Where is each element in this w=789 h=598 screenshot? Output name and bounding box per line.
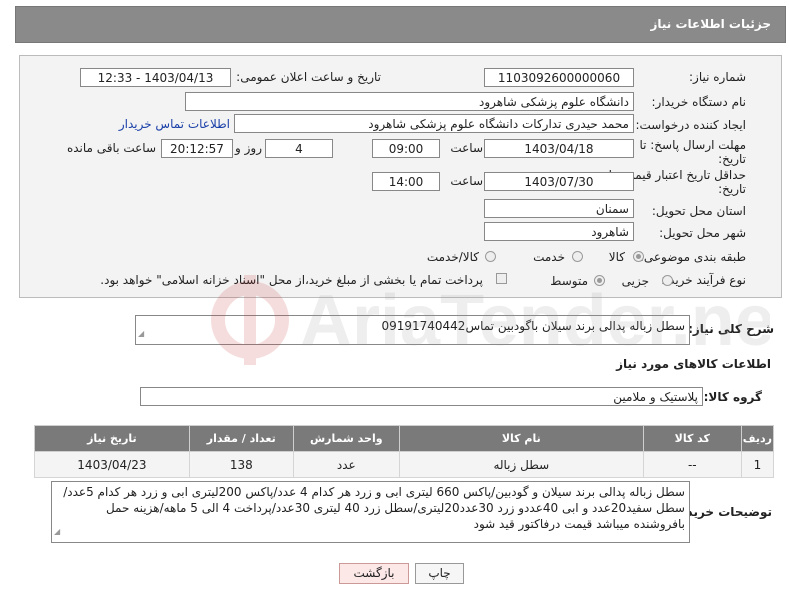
- request-creator-label: ایجاد کننده درخواست:: [635, 118, 746, 132]
- remaining-days-field: 4: [265, 139, 333, 158]
- description-label: شرح کلی نیاز:: [688, 322, 774, 336]
- delivery-province-label: استان محل تحویل:: [651, 204, 746, 218]
- back-button[interactable]: بازگشت: [339, 563, 409, 584]
- cell-item-code: --: [642, 451, 742, 478]
- col-unit: واحد شمارش: [292, 425, 400, 452]
- validity-time-label: ساعت: [450, 174, 483, 188]
- process-minor-label: جزیی: [621, 274, 649, 288]
- goods-info-title: اطلاعات کالاهای مورد نیاز: [616, 357, 771, 371]
- delivery-city-field: شاهرود: [484, 222, 634, 241]
- cell-need-date: 1403/04/23: [34, 451, 190, 478]
- process-medium-label: متوسط: [550, 274, 588, 288]
- col-row-number: ردیف: [740, 425, 775, 452]
- cell-item-name: سطل زباله: [398, 451, 644, 478]
- remaining-time-label: ساعت باقی مانده: [66, 141, 156, 155]
- validity-time-field: 14:00: [372, 172, 440, 191]
- page-header: جزئیات اطلاعات نیاز: [15, 6, 786, 43]
- announce-datetime-label: تاریخ و ساعت اعلان عمومی:: [236, 70, 381, 84]
- resize-grip-icon[interactable]: ◢: [138, 326, 144, 342]
- treasury-payment-note: پرداخت تمام یا بخشی از مبلغ خرید،از محل …: [100, 273, 483, 287]
- request-creator-field: محمد حیدری تدارکات دانشگاه علوم پزشکی شا…: [234, 114, 634, 133]
- reply-deadline-date-label: تاریخ:: [718, 152, 746, 166]
- process-minor-radio[interactable]: [662, 275, 673, 286]
- remaining-time-field: 20:12:57: [161, 139, 233, 158]
- category-goods-service-radio[interactable]: [485, 251, 496, 262]
- reply-time-label: ساعت: [450, 141, 483, 155]
- cell-row-number: 1: [740, 451, 775, 478]
- announce-datetime-field: 1403/04/13 - 12:33: [80, 68, 231, 87]
- page-title: جزئیات اطلاعات نیاز: [650, 17, 771, 31]
- category-goods-label: کالا: [608, 250, 625, 264]
- category-service-radio[interactable]: [572, 251, 583, 262]
- delivery-province-field: سمنان: [484, 199, 634, 218]
- price-validity-date-label: تاریخ:: [718, 182, 746, 196]
- reply-date-field: 1403/04/18: [484, 139, 634, 158]
- table-header-row: ردیف کد کالا نام کالا واحد شمارش تعداد /…: [34, 425, 775, 452]
- buyer-notes-text: سطل زباله پدالی برند سیلان و گودبین/پاکس…: [63, 485, 685, 531]
- days-label: روز و: [235, 141, 262, 155]
- buyer-contact-link[interactable]: اطلاعات تماس خریدار: [119, 117, 230, 131]
- subject-category-label: طبقه بندی موضوعی:: [639, 250, 746, 264]
- treasury-payment-checkbox[interactable]: [496, 273, 507, 284]
- description-textarea[interactable]: سطل زباله پدالی برند سیلان باگودبین تماس…: [135, 315, 690, 345]
- buyer-org-field: دانشگاه علوم پزشکی شاهرود: [185, 92, 634, 111]
- process-medium-radio[interactable]: [594, 275, 605, 286]
- buyer-notes-textarea[interactable]: سطل زباله پدالی برند سیلان و گودبین/پاکس…: [51, 481, 690, 543]
- col-need-date: تاریخ نیاز: [34, 425, 190, 452]
- table-row: 1 -- سطل زباله عدد 138 1403/04/23: [34, 451, 775, 478]
- reply-time-field: 09:00: [372, 139, 440, 158]
- resize-grip-icon[interactable]: ◢: [54, 524, 60, 540]
- validity-date-field: 1403/07/30: [484, 172, 634, 191]
- description-text: سطل زباله پدالی برند سیلان باگودبین تماس…: [381, 319, 685, 333]
- purchase-process-label: نوع فرآیند خرید :: [661, 273, 746, 287]
- category-goods-service-label: کالا/خدمت: [426, 250, 479, 264]
- goods-group-label: گروه کالا:: [703, 390, 762, 404]
- need-number-field: 1103092600000060: [484, 68, 634, 87]
- reply-deadline-label: مهلت ارسال پاسخ: تا: [639, 138, 746, 152]
- cell-unit: عدد: [292, 451, 400, 478]
- category-goods-radio[interactable]: [633, 251, 644, 262]
- cell-quantity: 138: [188, 451, 294, 478]
- col-item-code: کد کالا: [642, 425, 742, 452]
- print-button[interactable]: چاپ: [415, 563, 464, 584]
- delivery-city-label: شهر محل تحویل:: [659, 226, 746, 240]
- buyer-org-label: نام دستگاه خریدار:: [651, 95, 747, 109]
- col-quantity: تعداد / مقدار: [188, 425, 294, 452]
- goods-table: ردیف کد کالا نام کالا واحد شمارش تعداد /…: [34, 425, 775, 478]
- col-item-name: نام کالا: [398, 425, 644, 452]
- need-number-label: شماره نیاز:: [689, 70, 746, 84]
- goods-group-field: پلاستیک و ملامین: [140, 387, 703, 406]
- category-service-label: خدمت: [533, 250, 565, 264]
